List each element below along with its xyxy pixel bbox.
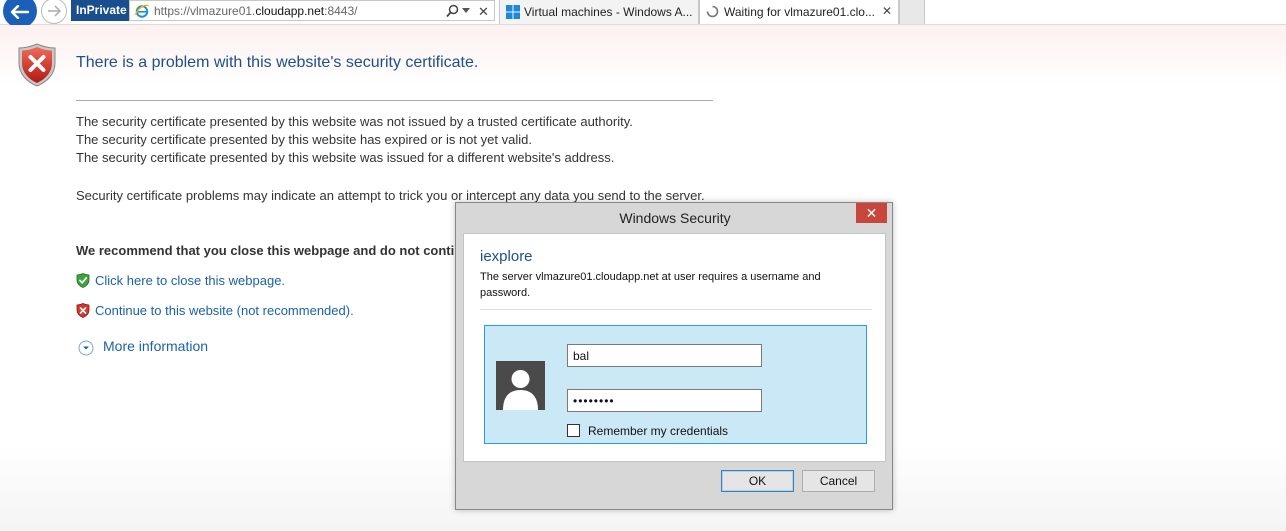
tab-label: Waiting for vlmazure01.clo... [724,5,875,19]
windows-logo-icon [506,5,520,19]
dialog-message: The server vlmazure01.cloudapp.net at us… [480,271,821,299]
tab-waiting-vlmazure01[interactable]: Waiting for vlmazure01.clo... ✕ [699,0,899,24]
ie-page-icon [134,4,149,18]
recommendation-text: We recommend that you close this webpage… [76,243,454,258]
ok-button[interactable]: OK [721,470,794,492]
red-shield-x-icon [76,303,90,318]
remember-credentials-checkbox[interactable] [567,424,580,437]
back-button[interactable] [3,0,37,28]
loading-spinner-icon [706,5,719,18]
back-arrow-icon [10,5,30,19]
security-shield-error-icon [18,43,56,87]
dialog-close-button[interactable]: ✕ [856,203,887,223]
green-shield-check-icon [76,273,90,288]
chevron-down-circle-icon [78,340,94,356]
url-text[interactable]: https://vlmazure01.cloudapp.net:8443/ [154,4,358,18]
dialog-app-name: iexplore [480,248,533,265]
remember-credentials-label[interactable]: Remember my credentials [588,424,728,438]
credential-tile[interactable]: Remember my credentials [484,325,867,444]
stop-icon[interactable]: ✕ [478,5,489,18]
dialog-title: Windows Security [619,210,731,226]
windows-security-dialog: Windows Security ✕ iexplore The server v… [455,202,893,510]
username-field[interactable] [567,344,762,367]
address-bar[interactable]: https://vlmazure01.cloudapp.net:8443/ ✕ [129,0,495,21]
search-icon[interactable] [446,4,459,18]
tab-label: Virtual machines - Windows A... [524,5,693,19]
user-avatar-icon [496,361,545,410]
reason-text: The security certificate presented by th… [76,114,633,129]
divider [76,100,713,101]
tab-virtual-machines[interactable]: Virtual machines - Windows A... [499,0,699,24]
reason-text: The security certificate presented by th… [76,150,615,165]
password-field[interactable] [567,389,762,412]
reason-text: The security certificate presented by th… [76,132,532,147]
cancel-button[interactable]: Cancel [802,470,875,492]
forward-arrow-icon [48,5,61,17]
new-tab-button[interactable] [899,0,925,24]
dropdown-arrow-icon[interactable] [462,8,470,13]
browser-toolbar: InPrivate https://vlmazure01.cloudapp.ne… [0,0,1286,28]
dialog-body: iexplore The server vlmazure01.cloudapp.… [463,233,886,462]
inprivate-badge[interactable]: InPrivate [71,0,132,21]
divider [480,309,872,310]
forward-button[interactable] [41,0,67,24]
tab-close-icon[interactable]: ✕ [882,4,892,18]
page-title: There is a problem with this website's s… [76,54,479,71]
